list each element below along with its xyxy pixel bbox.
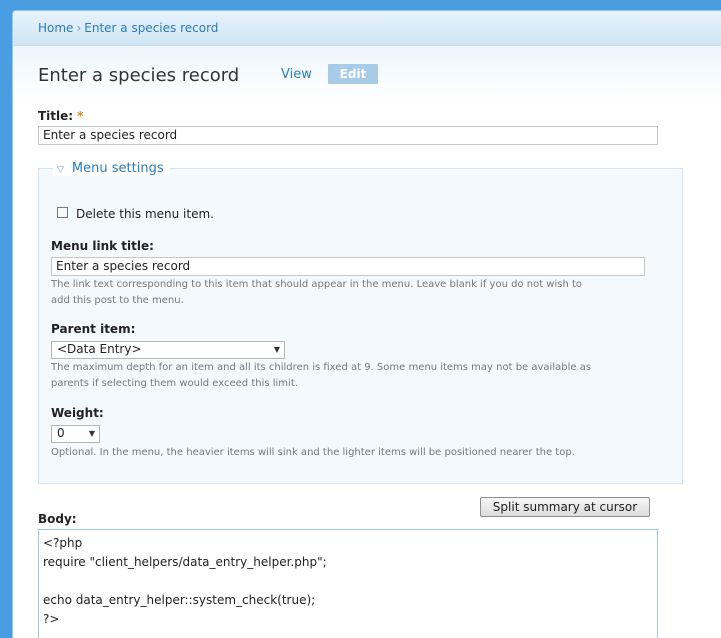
breadcrumb-bar: Home › Enter a species record: [13, 11, 721, 46]
tab-edit[interactable]: Edit: [328, 64, 378, 84]
title-label: Title: *: [38, 109, 83, 123]
body-line: [43, 572, 653, 591]
menu-link-title-input[interactable]: Enter a species record: [51, 257, 645, 276]
weight-description: Optional. In the menu, the heavier items…: [51, 447, 575, 458]
menu-link-title-description-line: add this post to the menu.: [51, 295, 184, 306]
required-marker: *: [77, 109, 84, 123]
weight-label: Weight:: [51, 406, 104, 420]
split-summary-button[interactable]: Split summary at cursor: [480, 497, 650, 517]
breadcrumb-separator: ›: [76, 21, 82, 35]
menu-settings-fieldset: ▽ Menu settings Delete this menu item. Me…: [38, 161, 683, 484]
menu-link-title-description-line: The link text corresponding to this item…: [51, 279, 583, 290]
delete-menu-item-label: Delete this menu item.: [76, 207, 214, 221]
menu-link-title-label: Menu link title:: [51, 239, 154, 253]
chevron-down-icon: ▼: [88, 429, 95, 438]
parent-item-select[interactable]: <Data Entry> ▼: [51, 341, 285, 359]
parent-item-label: Parent item:: [51, 322, 136, 336]
breadcrumb: Home › Enter a species record: [38, 21, 218, 35]
title-label-text: Title:: [38, 109, 74, 123]
title-bar: Enter a species record View Edit: [13, 46, 721, 101]
page-title: Enter a species record: [38, 65, 240, 86]
body-line: <?php: [43, 536, 83, 550]
weight-select[interactable]: 0 ▼: [51, 425, 100, 443]
parent-item-description-line: parents if selecting them would exceed t…: [51, 378, 298, 389]
triangle-down-icon: ▽: [57, 165, 64, 175]
parent-item-description-line: The maximum depth for an item and all it…: [51, 362, 592, 373]
body-line: ?>: [43, 612, 60, 626]
title-input[interactable]: Enter a species record: [38, 126, 658, 145]
parent-item-selected-value: <Data Entry>: [57, 342, 142, 356]
breadcrumb-home-link[interactable]: Home: [38, 21, 73, 35]
menu-link-title-description: The link text corresponding to this item…: [51, 277, 582, 309]
chevron-down-icon: ▼: [273, 345, 280, 354]
body-textarea[interactable]: <?php require "client_helpers/data_entry…: [38, 529, 658, 638]
weight-selected-value: 0: [57, 426, 65, 440]
menu-settings-legend[interactable]: ▽ Menu settings: [53, 161, 170, 176]
delete-menu-item-checkbox[interactable]: [57, 207, 68, 218]
body-line: require "client_helpers/data_entry_helpe…: [43, 555, 327, 569]
body-label: Body:: [38, 512, 77, 526]
content-frame: Home › Enter a species record Enter a spec…: [12, 10, 721, 638]
tab-view[interactable]: View: [281, 67, 312, 82]
menu-settings-legend-text: Menu settings: [71, 161, 164, 176]
breadcrumb-current-link[interactable]: Enter a species record: [84, 21, 218, 35]
parent-item-description: The maximum depth for an item and all it…: [51, 360, 591, 392]
body-line: echo data_entry_helper::system_check(tru…: [43, 593, 316, 607]
